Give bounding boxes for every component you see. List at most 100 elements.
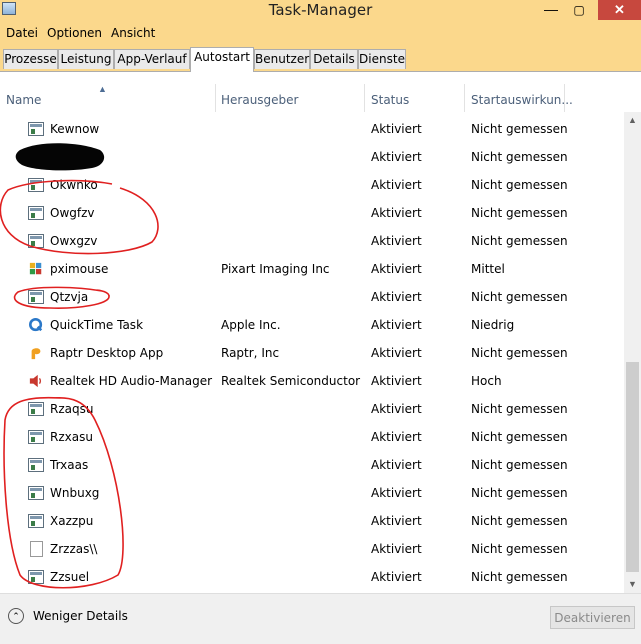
startup-list: Kewnow Aktiviert Nicht gemessen Aktivier…: [0, 115, 624, 593]
generic-app-icon: [28, 430, 44, 444]
column-divider[interactable]: [564, 84, 565, 112]
table-row[interactable]: QuickTime Task Apple Inc. Aktiviert Nied…: [0, 311, 624, 339]
table-row[interactable]: Wnbuxg Aktiviert Nicht gemessen: [0, 479, 624, 507]
row-status: Aktiviert: [371, 458, 422, 472]
generic-app-icon: [28, 290, 44, 304]
table-row[interactable]: Kewnow Aktiviert Nicht gemessen: [0, 115, 624, 143]
column-publisher[interactable]: Herausgeber: [221, 93, 298, 107]
tab-app-verlauf[interactable]: App-Verlauf: [114, 49, 190, 69]
tab-strip: Prozesse Leistung App-Verlauf Autostart …: [0, 45, 641, 72]
row-impact: Nicht gemessen: [471, 234, 568, 248]
generic-app-icon: [28, 570, 44, 584]
row-impact: Nicht gemessen: [471, 570, 568, 584]
scroll-thumb[interactable]: [626, 362, 639, 572]
generic-app-icon: [28, 514, 44, 528]
scroll-up-icon[interactable]: ▲: [624, 112, 641, 129]
row-status: Aktiviert: [371, 402, 422, 416]
column-header: ▲ Name Herausgeber Status Startauswirkun…: [0, 84, 641, 114]
table-row[interactable]: Rzaqsu Aktiviert Nicht gemessen: [0, 395, 624, 423]
row-impact: Hoch: [471, 374, 502, 388]
row-publisher: Pixart Imaging Inc: [221, 262, 330, 276]
row-status: Aktiviert: [371, 514, 422, 528]
chevron-up-icon[interactable]: ⌃: [8, 608, 24, 624]
row-name: Qtzvja: [50, 290, 89, 304]
scroll-down-icon[interactable]: ▼: [624, 576, 641, 593]
table-row[interactable]: Qtzvja Aktiviert Nicht gemessen: [0, 283, 624, 311]
column-status[interactable]: Status: [371, 93, 409, 107]
row-impact: Niedrig: [471, 318, 515, 332]
pixart-icon: [29, 262, 42, 275]
deactivate-button[interactable]: Deaktivieren: [550, 606, 635, 629]
column-name[interactable]: Name: [6, 93, 41, 107]
row-name: Rzaqsu: [50, 402, 94, 416]
row-publisher: Realtek Semiconductor: [221, 374, 361, 388]
table-row[interactable]: Rzxasu Aktiviert Nicht gemessen: [0, 423, 624, 451]
raptr-icon: [31, 348, 41, 360]
tab-autostart[interactable]: Autostart: [190, 47, 254, 72]
table-row[interactable]: Xazzpu Aktiviert Nicht gemessen: [0, 507, 624, 535]
table-row[interactable]: Okwnko Aktiviert Nicht gemessen: [0, 171, 624, 199]
table-row[interactable]: Aktiviert Nicht gemessen: [0, 143, 624, 171]
table-row[interactable]: Zzsuel Aktiviert Nicht gemessen: [0, 563, 624, 591]
row-name: Trxaas: [50, 458, 89, 472]
table-row[interactable]: Owgfzv Aktiviert Nicht gemessen: [0, 199, 624, 227]
row-name: Zrzzas\\: [50, 542, 98, 556]
menu-optionen[interactable]: Optionen: [47, 26, 102, 40]
row-impact: Nicht gemessen: [471, 430, 568, 444]
sort-ascending-icon: ▲: [98, 84, 107, 94]
table-row[interactable]: pximouse Pixart Imaging Inc Aktiviert Mi…: [0, 255, 624, 283]
row-status: Aktiviert: [371, 262, 422, 276]
row-status: Aktiviert: [371, 542, 422, 556]
row-status: Aktiviert: [371, 430, 422, 444]
row-status: Aktiviert: [371, 206, 422, 220]
tab-leistung[interactable]: Leistung: [58, 49, 114, 69]
menu-datei[interactable]: Datei: [6, 26, 38, 40]
title-bar: Task-Manager — ▢ ✕: [0, 0, 641, 20]
table-row[interactable]: Realtek HD Audio-Manager Realtek Semicon…: [0, 367, 624, 395]
row-name: Kewnow: [50, 122, 100, 136]
table-row[interactable]: Trxaas Aktiviert Nicht gemessen: [0, 451, 624, 479]
row-status: Aktiviert: [371, 122, 422, 136]
generic-app-icon: [28, 206, 44, 220]
table-row[interactable]: Owxgzv Aktiviert Nicht gemessen: [0, 227, 624, 255]
maximize-button[interactable]: ▢: [566, 0, 592, 20]
footer-bar: ⌃ Weniger Details Deaktivieren: [0, 593, 641, 644]
row-impact: Nicht gemessen: [471, 402, 568, 416]
row-impact: Nicht gemessen: [471, 178, 568, 192]
row-name: Okwnko: [50, 178, 98, 192]
speaker-icon: [29, 374, 42, 388]
menu-ansicht[interactable]: Ansicht: [111, 26, 155, 40]
row-status: Aktiviert: [371, 178, 422, 192]
row-name: Realtek HD Audio-Manager: [50, 374, 213, 388]
row-name: Wnbuxg: [50, 486, 100, 500]
row-status: Aktiviert: [371, 374, 422, 388]
row-name: pximouse: [50, 262, 109, 276]
row-name: Owxgzv: [50, 234, 98, 248]
tab-details[interactable]: Details: [310, 49, 358, 69]
column-divider[interactable]: [364, 84, 365, 112]
tab-prozesse[interactable]: Prozesse: [3, 49, 58, 69]
row-impact: Nicht gemessen: [471, 458, 568, 472]
row-name: Rzxasu: [50, 430, 93, 444]
generic-app-icon: [28, 458, 44, 472]
column-startup-impact[interactable]: Startauswirkun...: [471, 93, 573, 107]
close-button[interactable]: ✕: [598, 0, 641, 20]
row-impact: Nicht gemessen: [471, 150, 568, 164]
table-row[interactable]: Zrzzas\\ Aktiviert Nicht gemessen: [0, 535, 624, 563]
table-row[interactable]: Raptr Desktop App Raptr, Inc Aktiviert N…: [0, 339, 624, 367]
minimize-button[interactable]: —: [538, 0, 564, 20]
row-status: Aktiviert: [371, 486, 422, 500]
tab-benutzer[interactable]: Benutzer: [254, 49, 310, 69]
row-status: Aktiviert: [371, 570, 422, 584]
column-divider[interactable]: [215, 84, 216, 112]
row-impact: Nicht gemessen: [471, 346, 568, 360]
column-divider[interactable]: [464, 84, 465, 112]
row-publisher: Apple Inc.: [221, 318, 281, 332]
vertical-scrollbar[interactable]: ▲ ▼: [624, 112, 641, 593]
fewer-details-link[interactable]: Weniger Details: [33, 609, 128, 623]
row-impact: Nicht gemessen: [471, 486, 568, 500]
tab-dienste[interactable]: Dienste: [358, 49, 406, 69]
generic-app-icon: [28, 234, 44, 248]
quicktime-icon: [29, 318, 43, 332]
row-status: Aktiviert: [371, 290, 422, 304]
